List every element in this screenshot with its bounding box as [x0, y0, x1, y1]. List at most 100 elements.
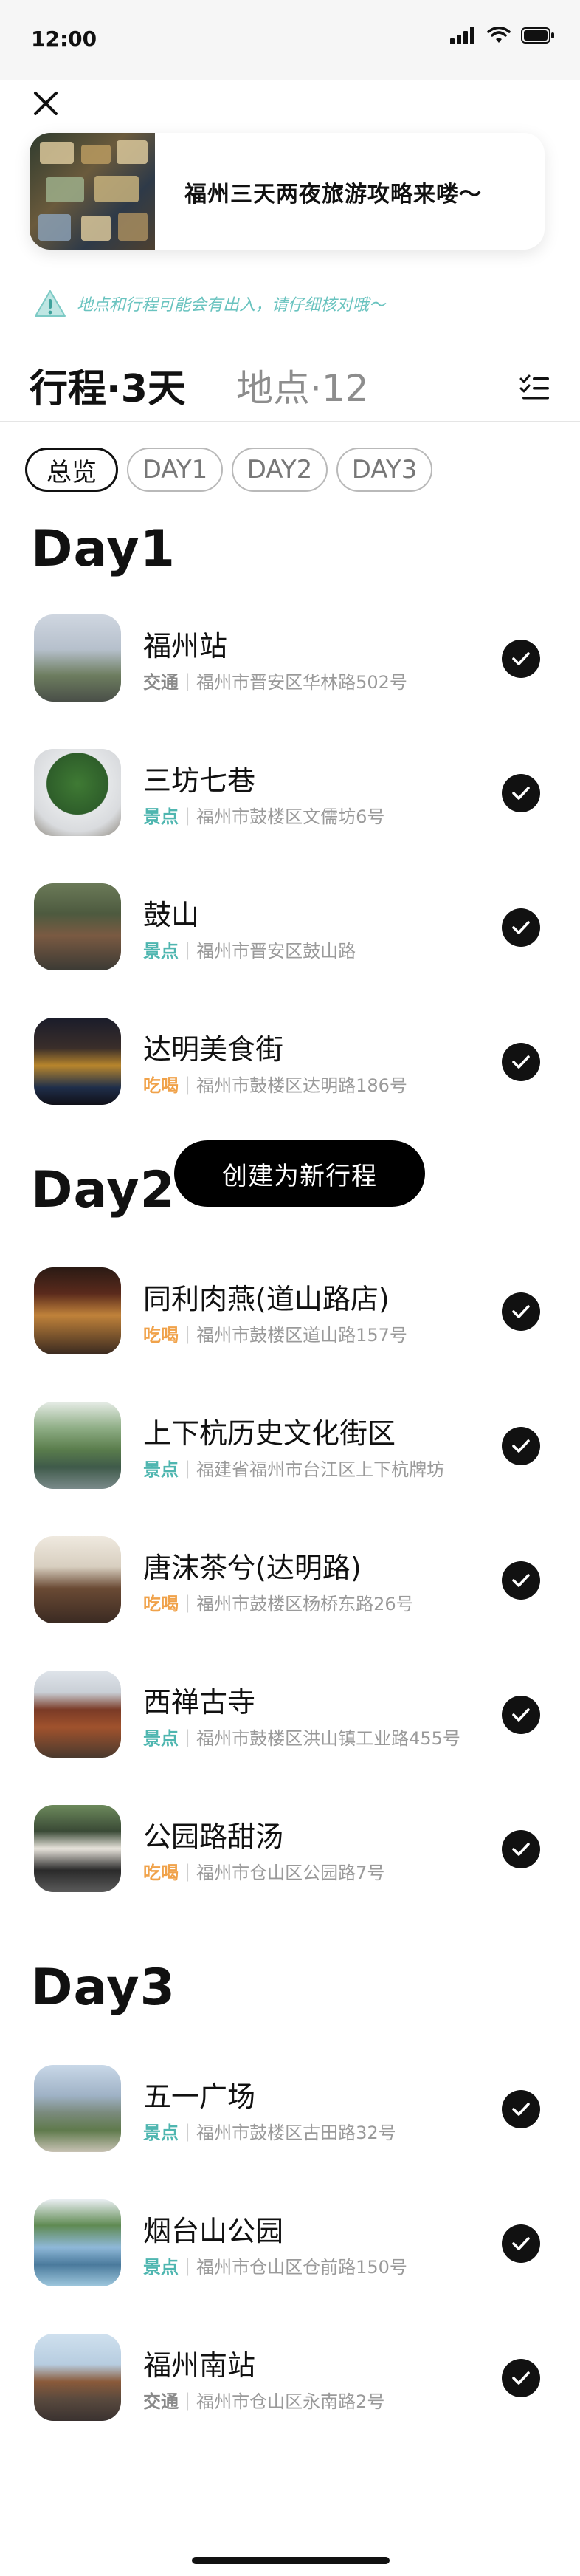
- check-icon[interactable]: [502, 2224, 540, 2263]
- category-tag: 景点: [143, 806, 179, 827]
- list-item[interactable]: 同利肉燕(道山路店) 吃喝 | 福州市鼓楼区道山路157号: [34, 1267, 550, 1359]
- meta-separator: |: [184, 1073, 191, 1095]
- notice-text: 地点和行程可能会有出入，请仔细核对哦～: [77, 296, 386, 315]
- category-tag: 景点: [143, 941, 179, 962]
- status-time: 12:00: [31, 27, 97, 51]
- signal-icon: [450, 27, 474, 44]
- place-meta: 吃喝 | 福州市鼓楼区达明路186号: [143, 1071, 407, 1097]
- meta-separator: |: [184, 939, 191, 960]
- place-address: 福州市鼓楼区文儒坊6号: [196, 806, 385, 827]
- check-icon[interactable]: [502, 908, 540, 947]
- place-address: 福州市鼓楼区道山路157号: [196, 1325, 407, 1346]
- place-meta: 景点 | 福州市晋安区鼓山路: [143, 936, 356, 962]
- place-thumbnail: [34, 2065, 121, 2152]
- meta-separator: |: [184, 1323, 191, 1344]
- meta-separator: |: [184, 1726, 191, 1747]
- meta-separator: |: [184, 804, 191, 826]
- place-thumbnail: [34, 749, 121, 836]
- check-icon[interactable]: [502, 1561, 540, 1600]
- list-item[interactable]: 鼓山 景点 | 福州市晋安区鼓山路: [34, 883, 550, 975]
- list-item[interactable]: 达明美食街 吃喝 | 福州市鼓楼区达明路186号: [34, 1018, 550, 1109]
- check-icon[interactable]: [502, 1292, 540, 1331]
- tab-bar: 行程·3天 地点·12: [30, 357, 550, 412]
- place-address: 福州市鼓楼区古田路32号: [196, 2123, 396, 2143]
- place-address: 福州市仓山区仓前路150号: [196, 2257, 407, 2278]
- check-icon[interactable]: [502, 1427, 540, 1465]
- list-item[interactable]: 烟台山公园 景点 | 福州市仓山区仓前路150号: [34, 2199, 550, 2291]
- place-address: 福州市晋安区华林路502号: [196, 672, 407, 693]
- place-address: 福州市仓山区公园路7号: [196, 1863, 385, 1883]
- place-thumbnail: [34, 1805, 121, 1892]
- place-name: 唐沫茶兮(达明路): [143, 1552, 362, 1584]
- place-address: 福州市鼓楼区洪山镇工业路455号: [196, 1728, 460, 1749]
- list-item[interactable]: 福州站 交通 | 福州市晋安区华林路502号: [34, 614, 550, 706]
- list-item[interactable]: 福州南站 交通 | 福州市仓山区永南路2号: [34, 2334, 550, 2425]
- category-tag: 景点: [143, 1459, 179, 1480]
- place-name: 西禅古寺: [143, 1686, 256, 1719]
- check-icon[interactable]: [502, 1043, 540, 1081]
- meta-separator: |: [184, 1592, 191, 1613]
- place-thumbnail: [34, 2334, 121, 2421]
- place-meta: 吃喝 | 福州市鼓楼区道山路157号: [143, 1320, 407, 1346]
- check-icon[interactable]: [502, 1696, 540, 1734]
- place-name: 同利肉燕(道山路店): [143, 1283, 390, 1315]
- chip-day3[interactable]: DAY3: [336, 448, 432, 492]
- place-meta: 景点 | 福州市鼓楼区洪山镇工业路455号: [143, 1724, 460, 1750]
- list-item[interactable]: 五一广场 景点 | 福州市鼓楼区古田路32号: [34, 2065, 550, 2157]
- place-name: 福州南站: [143, 2349, 256, 2382]
- list-item[interactable]: 公园路甜汤 吃喝 | 福州市仓山区公园路7号: [34, 1805, 550, 1897]
- tab-itinerary[interactable]: 行程·3天: [30, 357, 186, 413]
- home-indicator: [192, 2557, 390, 2564]
- check-icon[interactable]: [502, 2090, 540, 2128]
- tab-places[interactable]: 地点·12: [236, 359, 369, 412]
- meta-separator: |: [184, 1457, 191, 1479]
- place-thumbnail: [34, 614, 121, 702]
- chip-day1[interactable]: DAY1: [127, 448, 223, 492]
- create-itinerary-button[interactable]: 创建为新行程: [174, 1140, 425, 1207]
- place-name: 上下杭历史文化街区: [143, 1417, 396, 1450]
- status-icons: [450, 27, 555, 44]
- close-icon[interactable]: [30, 87, 62, 120]
- category-tag: 交通: [143, 672, 179, 693]
- chip-overview[interactable]: 总览: [25, 448, 118, 492]
- meta-separator: |: [184, 670, 191, 691]
- check-icon[interactable]: [502, 2359, 540, 2397]
- place-meta: 景点 | 福建省福州市台江区上下杭牌坊: [143, 1455, 444, 1481]
- place-thumbnail: [34, 883, 121, 970]
- meta-separator: |: [184, 2255, 191, 2276]
- check-icon[interactable]: [502, 640, 540, 678]
- place-address: 福州市鼓楼区杨桥东路26号: [196, 1594, 414, 1614]
- day-filter-chips: 总览 DAY1 DAY2 DAY3: [25, 448, 432, 492]
- chip-day2[interactable]: DAY2: [232, 448, 328, 492]
- status-bar: 12:00: [0, 0, 580, 80]
- place-address: 福州市晋安区鼓山路: [196, 941, 356, 962]
- place-name: 福州站: [143, 630, 228, 662]
- place-name: 公园路甜汤: [143, 1820, 284, 1853]
- place-thumbnail: [34, 1671, 121, 1758]
- place-address: 福州市仓山区永南路2号: [196, 2391, 385, 2412]
- day-title: Day3: [31, 1959, 176, 2017]
- check-icon[interactable]: [502, 774, 540, 812]
- place-name: 五一广场: [143, 2080, 256, 2113]
- notice-banner: 地点和行程可能会有出入，请仔细核对哦～: [34, 290, 385, 318]
- place-address: 福建省福州市台江区上下杭牌坊: [196, 1459, 445, 1480]
- list-item[interactable]: 唐沫茶兮(达明路) 吃喝 | 福州市鼓楼区杨桥东路26号: [34, 1536, 550, 1628]
- place-meta: 交通 | 福州市晋安区华林路502号: [143, 668, 407, 693]
- guide-card[interactable]: 福州三天两夜旅游攻略来喽～: [30, 133, 545, 250]
- category-tag: 景点: [143, 2257, 179, 2278]
- checklist-icon[interactable]: [519, 374, 550, 403]
- place-thumbnail: [34, 1536, 121, 1623]
- list-item[interactable]: 三坊七巷 景点 | 福州市鼓楼区文儒坊6号: [34, 749, 550, 840]
- meta-separator: |: [184, 1860, 191, 1882]
- meta-separator: |: [184, 2389, 191, 2411]
- check-icon[interactable]: [502, 1830, 540, 1868]
- place-thumbnail: [34, 1018, 121, 1105]
- place-thumbnail: [34, 2199, 121, 2286]
- wifi-icon: [487, 27, 511, 43]
- place-meta: 景点 | 福州市鼓楼区古田路32号: [143, 2118, 396, 2144]
- list-item[interactable]: 上下杭历史文化街区 景点 | 福建省福州市台江区上下杭牌坊: [34, 1402, 550, 1493]
- guide-cover-image: [30, 133, 155, 250]
- place-name: 三坊七巷: [143, 764, 256, 797]
- list-item[interactable]: 西禅古寺 景点 | 福州市鼓楼区洪山镇工业路455号: [34, 1671, 550, 1762]
- tab-divider: [0, 421, 580, 422]
